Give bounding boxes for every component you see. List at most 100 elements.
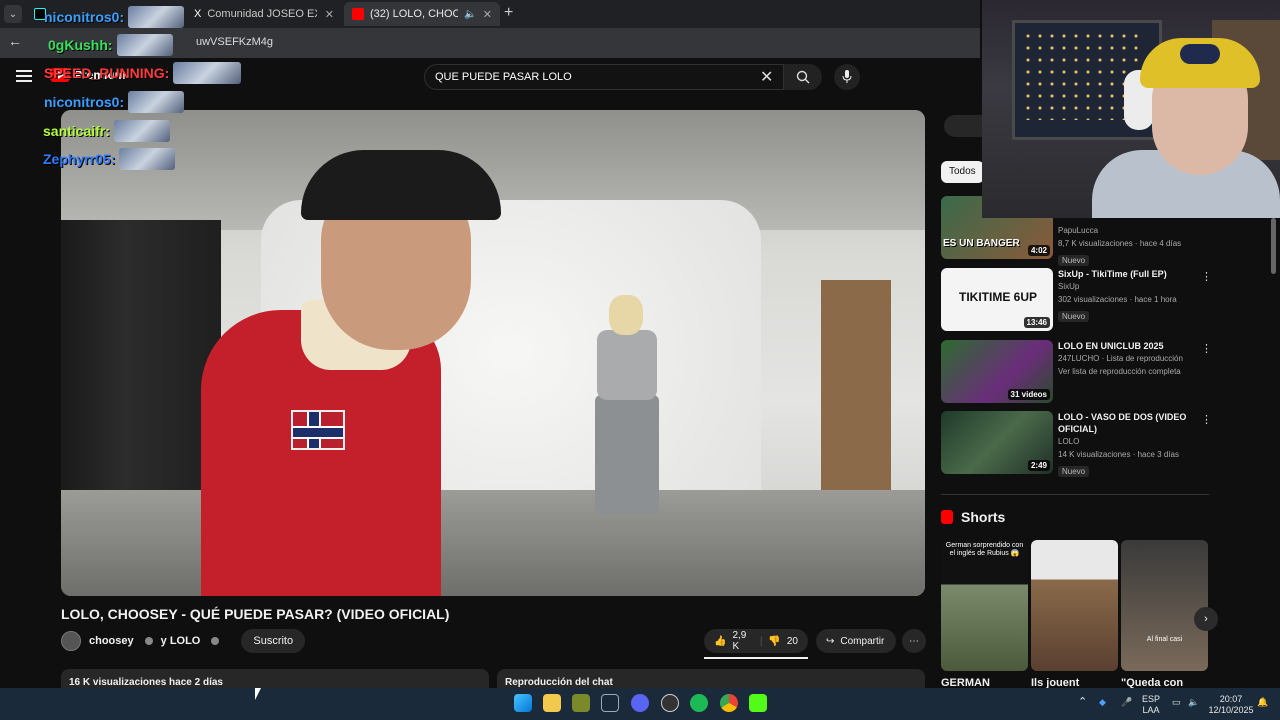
channel-name[interactable]: choosey xyxy=(89,635,134,647)
like-underline xyxy=(704,657,808,659)
more-actions-button[interactable]: ⋯ xyxy=(902,629,926,653)
dislike-icon[interactable]: 👎 xyxy=(768,636,780,647)
share-icon: ↪ xyxy=(826,635,835,647)
windows-start-icon[interactable] xyxy=(514,694,532,712)
channel-name[interactable]: SixUp xyxy=(1058,280,1198,293)
new-badge: Nuevo xyxy=(1058,255,1090,266)
microphone-icon[interactable]: 🎤 xyxy=(1121,697,1132,708)
clear-search-icon[interactable]: ✕ xyxy=(760,67,773,87)
duration-badge: 4:02 xyxy=(1027,245,1050,256)
video-person-background xyxy=(581,295,671,525)
tab-x-community[interactable]: X Comunidad JOSEO EXCLUSIVE ✕ xyxy=(186,2,342,26)
chevron-up-icon[interactable]: ⌃ xyxy=(1078,697,1087,708)
screen: ⌄ X Comunidad JOSEO EXCLUSIVE ✕ (32) LOL… xyxy=(0,0,1280,720)
minecraft-icon[interactable] xyxy=(572,694,590,712)
spotify-icon[interactable] xyxy=(690,694,708,712)
dislike-count: 20 xyxy=(786,635,798,647)
discord-icon[interactable] xyxy=(631,694,649,712)
voice-search-button[interactable] xyxy=(834,64,860,90)
tab-youtube[interactable]: (32) LOLO, CHOOSEY - QUÉ 🔈 ✕ xyxy=(344,2,500,26)
video-thumbnail[interactable]: TIKITIME 6UP 13:46 xyxy=(941,268,1053,331)
beanie xyxy=(1140,38,1260,88)
notification-icon[interactable]: 🔔 xyxy=(1257,697,1268,708)
like-count[interactable]: 2,9 K xyxy=(732,630,753,652)
more-vertical-icon[interactable]: ⋮ xyxy=(1201,342,1212,355)
channel-avatar[interactable] xyxy=(61,631,81,651)
chrome-icon[interactable] xyxy=(720,694,738,712)
search-button[interactable] xyxy=(784,64,822,90)
tab-label: Comunidad JOSEO EXCLUSIVE xyxy=(207,8,317,20)
menu-icon[interactable] xyxy=(16,70,32,82)
channel-name[interactable]: LOLO xyxy=(1058,435,1198,448)
short-thumbnail[interactable]: Al final casi xyxy=(1121,540,1208,671)
microphone-icon xyxy=(842,70,852,83)
duration-badge: 2:49 xyxy=(1027,460,1050,471)
x-icon: X xyxy=(194,8,202,20)
date: 12/10/2025 xyxy=(1208,705,1254,715)
playlist-thumbnail[interactable]: 31 videos xyxy=(941,340,1053,403)
subscribe-button[interactable]: Suscrito xyxy=(241,629,306,653)
playlist-title[interactable]: LOLO EN UNICLUB 2025 xyxy=(1058,340,1198,352)
playlist-count-badge: 31 videos xyxy=(1007,389,1050,400)
chat-message: niconitros0: xyxy=(44,91,185,113)
close-icon[interactable]: ✕ xyxy=(325,8,334,21)
emote-image xyxy=(173,62,242,84)
channel-name[interactable]: 247LUCHO · Lista de reproducción xyxy=(1058,352,1198,365)
url-text[interactable]: uwVSEFKzM4g xyxy=(196,36,273,48)
divider xyxy=(941,494,1209,495)
scrollbar[interactable] xyxy=(1271,218,1276,274)
chat-username: santicaifr: xyxy=(43,123,110,139)
close-icon[interactable]: ✕ xyxy=(483,8,492,21)
verified-icon xyxy=(144,637,153,645)
chevron-right-icon[interactable]: › xyxy=(1194,607,1218,631)
tab-search-button[interactable]: ⌄ xyxy=(4,5,22,23)
network-icon[interactable]: ▭ xyxy=(1172,697,1181,708)
obs-icon[interactable] xyxy=(661,694,679,712)
mouse-cursor xyxy=(255,688,261,700)
chat-message: niconitros0: xyxy=(44,6,185,28)
share-button[interactable]: ↪ Compartir xyxy=(816,629,896,653)
tab-label: (32) LOLO, CHOOSEY - QUÉ xyxy=(370,8,459,20)
related-video[interactable]: TIKITIME 6UP 13:46 SixUp - TikiTime (Ful… xyxy=(941,268,1212,332)
video-title[interactable]: LOLO - VASO DE DOS (VIDEO OFICIAL) xyxy=(1058,411,1198,435)
emote-image xyxy=(128,6,185,28)
like-dislike-group: 👍 2,9 K | 👎 20 xyxy=(704,629,808,653)
video-player[interactable] xyxy=(61,110,925,596)
chip-all[interactable]: Todos xyxy=(941,161,984,183)
emote-image xyxy=(128,91,185,113)
chat-username: niconitros0: xyxy=(44,9,125,25)
speaker-icon[interactable]: 🔈 xyxy=(464,9,476,20)
short-thumbnail[interactable]: German sorprendido con el inglés de Rubi… xyxy=(941,540,1028,671)
clock[interactable]: 20:07 12/10/2025 xyxy=(1206,694,1256,716)
like-icon[interactable]: 👍 xyxy=(714,636,726,647)
more-vertical-icon[interactable]: ⋮ xyxy=(1201,413,1212,426)
video-title[interactable]: SixUp - TikiTime (Full EP) xyxy=(1058,268,1198,280)
channel-name[interactable]: PapuLucca xyxy=(1058,224,1198,237)
chat-username: SPEED_RUNNING: xyxy=(44,65,170,81)
volume-icon[interactable]: 🔈 xyxy=(1188,697,1199,708)
short-thumbnail[interactable] xyxy=(1031,540,1118,671)
related-video[interactable]: 2:49 LOLO - VASO DE DOS (VIDEO OFICIAL) … xyxy=(941,411,1212,477)
related-playlist[interactable]: 31 videos LOLO EN UNICLUB 2025 247LUCHO … xyxy=(941,340,1212,404)
chat-message: 0gKushh: xyxy=(48,34,173,56)
chat-message: SPEED_RUNNING: xyxy=(44,62,242,84)
playlist-link[interactable]: Ver lista de reproducción completa xyxy=(1058,365,1198,378)
more-vertical-icon[interactable]: ⋮ xyxy=(1201,270,1212,283)
chat-replay-label: Reproducción del chat xyxy=(505,677,613,688)
search-input[interactable]: QUE PUEDE PASAR LOLO xyxy=(424,64,784,90)
share-label: Compartir xyxy=(840,635,885,647)
file-explorer-icon[interactable] xyxy=(543,694,561,712)
channel-row: choosey y LOLO Suscrito xyxy=(61,629,306,653)
new-badge: Nuevo xyxy=(1058,466,1090,477)
kick-icon[interactable] xyxy=(749,694,767,712)
emote-image xyxy=(113,120,170,142)
video-thumbnail[interactable]: 2:49 xyxy=(941,411,1053,474)
steam-icon[interactable] xyxy=(601,694,619,712)
back-arrow-icon[interactable]: ← xyxy=(8,33,22,49)
youtube-icon xyxy=(352,8,364,20)
channel-collab[interactable]: y LOLO xyxy=(161,635,201,647)
language-indicator[interactable]: ESP LAA xyxy=(1142,694,1160,716)
shield-icon[interactable]: ◆ xyxy=(1099,697,1106,708)
verified-icon xyxy=(211,637,220,645)
new-tab-button[interactable]: + xyxy=(504,4,513,22)
